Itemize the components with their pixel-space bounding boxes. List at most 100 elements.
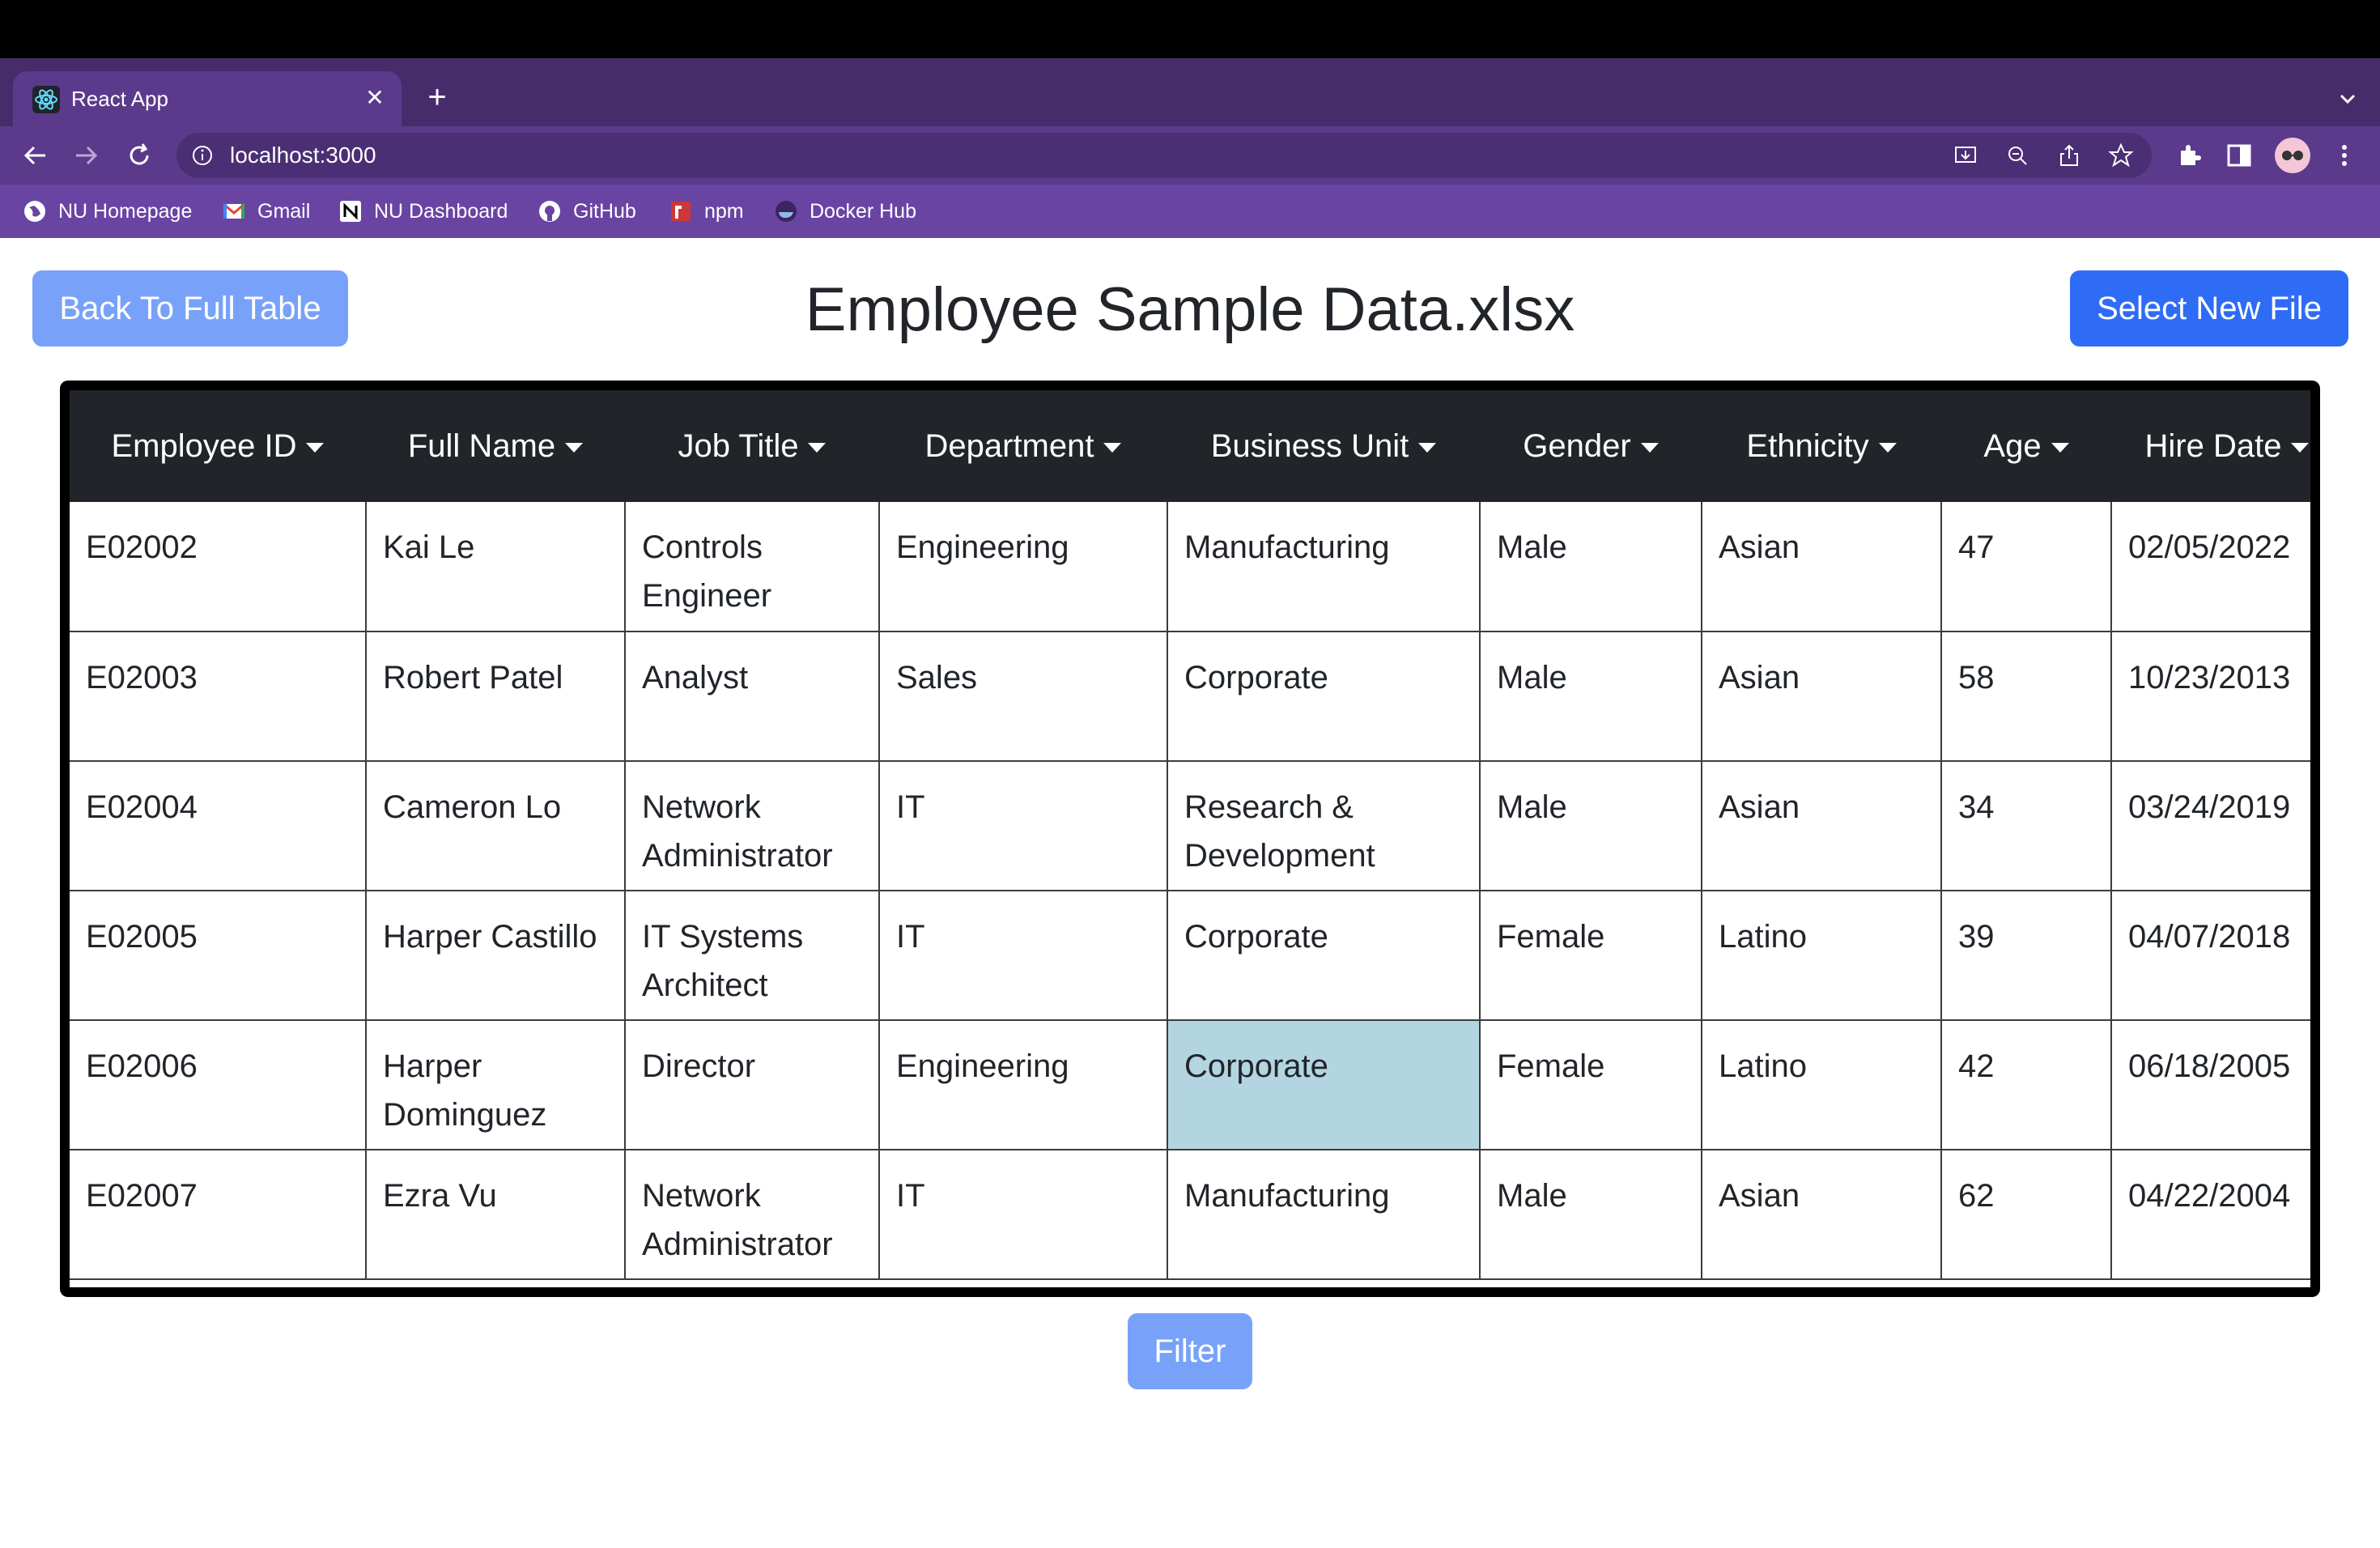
table-cell[interactable]: IT [878,1149,1168,1280]
table-cell[interactable]: Director [624,1019,880,1150]
install-app-icon[interactable] [1953,142,1978,168]
table-cell[interactable]: E02002 [70,502,367,632]
page-title: Employee Sample Data.xlsx [805,275,1575,344]
table-cell[interactable]: Asian [1701,631,1942,762]
docker-icon [776,201,797,222]
table-cell[interactable]: E02004 [70,760,367,891]
table-cell[interactable]: Asian [1701,1149,1942,1280]
table-cell[interactable]: Network Administrator [624,1149,880,1280]
browser-tab-strip: React App ✕ + [0,58,2380,126]
column-header-business-unit[interactable]: Business Unit [1167,390,1480,502]
table-cell[interactable]: Research & Development [1167,760,1481,891]
bookmark-nu-homepage[interactable]: NU Homepage [23,198,192,225]
column-header-job-title[interactable]: Job Title [625,390,879,502]
column-header-age[interactable]: Age [1941,390,2111,502]
table-cell[interactable]: 42 [1940,1019,2112,1150]
table-cell[interactable]: Sales [878,631,1168,762]
table-cell[interactable]: Kai Le [365,502,626,632]
table-cell[interactable]: IT Systems Architect [624,890,880,1021]
table-cell[interactable]: 10/23/2013 [2110,631,2310,762]
table-cell[interactable]: Ezra Vu [365,1149,626,1280]
profile-avatar[interactable] [2275,138,2310,173]
bookmark-star-icon[interactable] [2108,142,2134,168]
column-header-gender[interactable]: Gender [1480,390,1702,502]
table-cell[interactable]: Harper Castillo [365,890,626,1021]
table-cell[interactable]: 58 [1940,631,2112,762]
table-cell[interactable]: Robert Patel [365,631,626,762]
new-tab-icon[interactable]: + [419,81,455,117]
kebab-menu-icon[interactable] [2330,141,2359,170]
caret-down-icon [2051,442,2069,453]
gmail-icon [223,202,245,219]
column-header-department[interactable]: Department [879,390,1167,502]
zoom-icon[interactable] [2004,142,2030,168]
caret-down-icon [1103,442,1122,453]
table-cell[interactable]: E02003 [70,631,367,762]
table-cell[interactable]: Female [1479,890,1702,1021]
extensions-icon[interactable] [2174,141,2204,170]
table-cell[interactable]: 34 [1940,760,2112,891]
table-cell[interactable]: Harper Dominguez [365,1019,626,1150]
column-header-ethnicity[interactable]: Ethnicity [1702,390,1941,502]
table-cell[interactable]: Controls Engineer [624,502,880,632]
select-new-file-button[interactable]: Select New File [2070,270,2348,347]
table-cell[interactable]: Network Administrator [624,760,880,891]
browser-tab[interactable]: React App ✕ [13,71,402,126]
table-cell[interactable]: Corporate [1167,631,1481,762]
back-arrow-icon[interactable] [19,139,52,172]
table-cell[interactable]: Asian [1701,760,1942,891]
tab-search-chevron-icon[interactable] [2331,83,2364,115]
site-info-icon[interactable] [191,144,214,167]
data-table-viewport[interactable]: Employee ID Full Name Job Title Departme… [70,390,2310,1287]
column-header-employee-id[interactable]: Employee ID [70,390,366,502]
table-cell[interactable]: Manufacturing [1167,1149,1481,1280]
table-cell[interactable]: 03/24/2019 [2110,760,2310,891]
table-cell[interactable]: Cameron Lo [365,760,626,891]
share-icon[interactable] [2056,142,2082,168]
filter-button[interactable]: Filter [1128,1313,1252,1389]
table-cell[interactable]: Male [1479,502,1702,632]
bookmark-npm[interactable]: npm [669,198,744,225]
table-cell[interactable]: E02005 [70,890,367,1021]
table-cell[interactable]: 47 [1940,502,2112,632]
table-cell[interactable]: 04/07/2018 [2110,890,2310,1021]
table-cell[interactable]: Manufacturing [1167,502,1481,632]
bookmark-nu-dashboard[interactable]: NU Dashboard [338,198,508,225]
table-cell[interactable]: 62 [1940,1149,2112,1280]
table-cell[interactable]: E02006 [70,1019,367,1150]
table-cell[interactable]: E02007 [70,1149,367,1280]
column-header-hire-date[interactable]: Hire Date [2111,390,2310,502]
table-cell[interactable]: Male [1479,1149,1702,1280]
table-cell[interactable]: Engineering [878,502,1168,632]
address-bar[interactable]: localhost:3000 [176,133,2152,178]
bookmark-gmail[interactable]: Gmail [222,198,310,225]
side-panel-icon[interactable] [2225,141,2254,170]
reload-icon[interactable] [123,139,155,172]
table-cell[interactable]: Analyst [624,631,880,762]
table-cell[interactable]: Latino [1701,1019,1942,1150]
table-cell[interactable]: 06/18/2005 [2110,1019,2310,1150]
table-cell[interactable]: Female [1479,1019,1702,1150]
table-cell[interactable]: Corporate [1167,1019,1481,1150]
forward-arrow-icon[interactable] [70,139,102,172]
close-tab-icon[interactable]: ✕ [359,83,390,113]
table-cell[interactable]: Asian [1701,502,1942,632]
react-icon [32,86,60,113]
table-cell[interactable]: Corporate [1167,890,1481,1021]
table-cell[interactable]: Male [1479,631,1702,762]
caret-down-icon [565,442,584,453]
bookmark-docker-hub[interactable]: Docker Hub [774,198,916,225]
npm-icon [671,202,691,221]
table-cell[interactable]: IT [878,760,1168,891]
table-cell[interactable]: Male [1479,760,1702,891]
table-cell[interactable]: Latino [1701,890,1942,1021]
table-cell[interactable]: 39 [1940,890,2112,1021]
table-cell[interactable]: 04/22/2004 [2110,1149,2310,1280]
table-cell[interactable]: 02/05/2022 [2110,502,2310,632]
notion-icon [340,201,361,222]
table-cell[interactable]: IT [878,890,1168,1021]
data-table-frame: Employee ID Full Name Job Title Departme… [60,381,2320,1297]
column-header-full-name[interactable]: Full Name [366,390,625,502]
table-cell[interactable]: Engineering [878,1019,1168,1150]
bookmark-github[interactable]: GitHub [538,198,636,225]
